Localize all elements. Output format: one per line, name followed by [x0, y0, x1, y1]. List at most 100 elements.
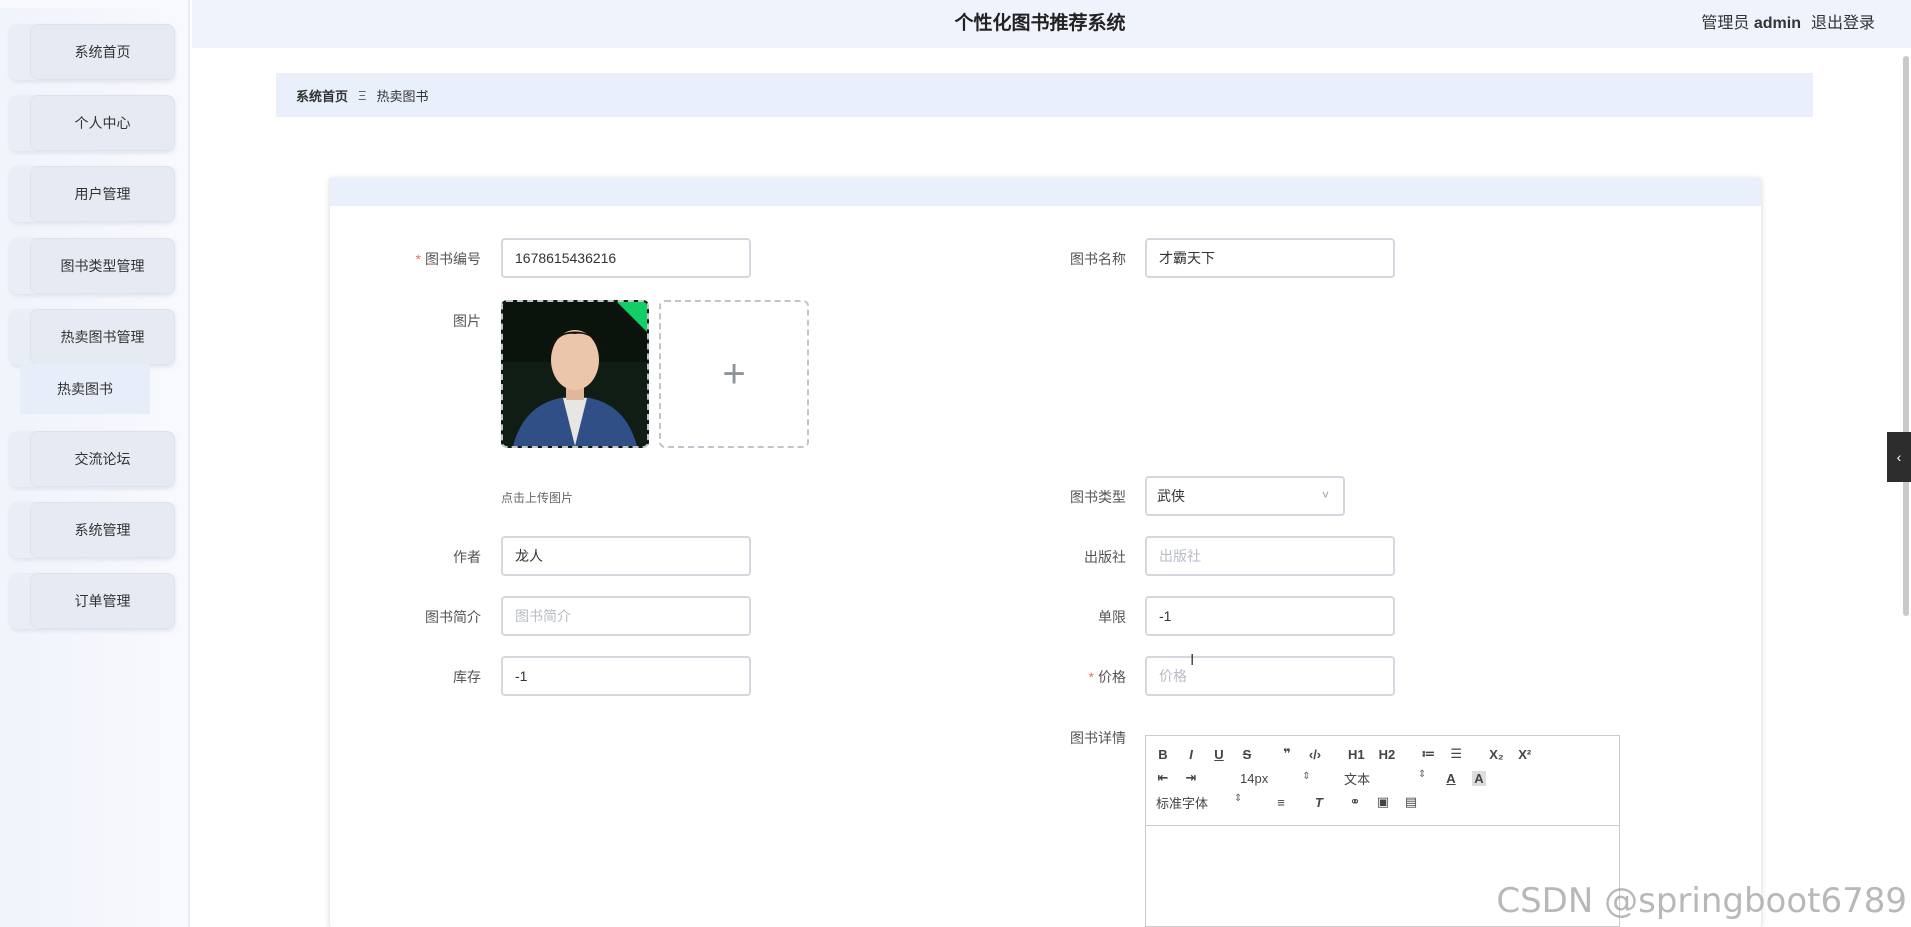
author-value: 龙人: [515, 548, 543, 564]
toolbar-row-2: ⇤ ⇥ 14px ⇕ 文本 ⇕ A A: [1156, 766, 1609, 790]
breadcrumb-current: 热卖图书: [376, 88, 429, 104]
sidebar-item-hot-books-management[interactable]: 热卖图书管理: [10, 309, 175, 365]
toolbar-row-3: 标准字体 ⇕ ≡ T ⚭ ▣ ▤: [1156, 790, 1609, 814]
sidebar-item-label: 图书类型管理: [60, 258, 145, 274]
image-upload-button[interactable]: +: [659, 300, 809, 448]
quote-icon[interactable]: ❞: [1280, 746, 1294, 762]
book-type-value: 武侠: [1157, 488, 1185, 504]
sidebar-item-label: 热卖图书管理: [60, 329, 145, 345]
font-family-select[interactable]: 标准字体 ⇕: [1156, 793, 1254, 812]
sidebar-item-label: 用户管理: [74, 186, 131, 202]
required-mark: *: [1088, 669, 1094, 685]
font-family-value: 标准字体: [1156, 795, 1209, 811]
upload-hint: 点击上传图片: [501, 491, 574, 505]
publisher-field[interactable]: 出版社: [1145, 536, 1395, 576]
sidebar-item-label: 系统管理: [74, 522, 131, 538]
header-select[interactable]: 文本 ⇕: [1344, 769, 1430, 788]
outdent-icon[interactable]: ⇤: [1156, 770, 1170, 786]
updown-icon: ⇕: [1302, 770, 1311, 782]
book-name-label: 图书名称: [1070, 251, 1126, 267]
breadcrumb-separator-icon: Ξ: [358, 87, 367, 103]
breadcrumb: 系统首页 Ξ 热卖图书: [276, 73, 1813, 117]
toolbar-row-1: B I U S ❞ ‹/› H1 H2 ≔ ☰ X₂ X²: [1156, 742, 1609, 766]
background-color-icon[interactable]: A: [1472, 770, 1486, 786]
sidebar-item-book-type-management[interactable]: 图书类型管理: [10, 238, 175, 294]
intro-label: 图书简介: [425, 609, 481, 625]
limit-field[interactable]: -1: [1145, 596, 1395, 636]
font-color-icon[interactable]: A: [1444, 771, 1458, 786]
stock-field[interactable]: -1: [501, 656, 751, 696]
app-title: 个性化图书推荐系统: [954, 13, 1126, 34]
font-size-value: 14px: [1240, 770, 1269, 786]
underline-icon[interactable]: U: [1212, 747, 1226, 762]
italic-icon[interactable]: I: [1184, 747, 1198, 762]
book-name-field[interactable]: 才霸天下: [1145, 238, 1395, 278]
price-placeholder: 价格: [1159, 668, 1187, 684]
sidebar-item-user-management[interactable]: 用户管理: [10, 166, 175, 222]
sidebar-item-forum[interactable]: 交流论坛: [10, 431, 175, 487]
sidebar: 系统首页 个人中心 用户管理 图书类型管理 热卖图书管理 热卖图书 交流论坛 系…: [0, 0, 190, 927]
updown-icon: ⇕: [1418, 768, 1427, 780]
bullet-list-icon[interactable]: ☰: [1449, 746, 1463, 762]
price-field[interactable]: 价格: [1145, 656, 1395, 696]
bold-icon[interactable]: B: [1156, 747, 1170, 762]
collapse-tab-chevron-left-icon[interactable]: ‹: [1887, 432, 1911, 482]
card-header: [330, 178, 1761, 206]
heading1-icon[interactable]: H1: [1348, 747, 1365, 762]
book-type-label: 图书类型: [1070, 489, 1126, 505]
user-area: 管理员 admin 退出登录: [1701, 9, 1875, 33]
sidebar-item-label: 个人中心: [74, 115, 131, 131]
user-role: 管理员: [1701, 15, 1750, 32]
detail-label: 图书详情: [1070, 730, 1126, 746]
font-size-select[interactable]: 14px ⇕: [1240, 771, 1320, 786]
chevron-down-icon: ˅: [1321, 488, 1329, 502]
sidebar-subitem-hot-books[interactable]: 热卖图书: [20, 364, 150, 414]
clear-format-icon[interactable]: T: [1312, 795, 1326, 810]
price-label: * 价格: [1088, 669, 1126, 685]
publisher-label: 出版社: [1084, 549, 1126, 565]
sidebar-item-label: 订单管理: [74, 593, 131, 609]
superscript-icon[interactable]: X²: [1518, 747, 1532, 762]
limit-label: 单限: [1098, 609, 1126, 625]
sidebar-item-personal-center[interactable]: 个人中心: [10, 95, 175, 151]
publisher-placeholder: 出版社: [1159, 548, 1201, 564]
video-icon[interactable]: ▤: [1404, 794, 1418, 810]
link-icon[interactable]: ⚭: [1348, 794, 1362, 810]
page-scrollbar[interactable]: [1903, 56, 1909, 616]
user-role-name: 管理员 admin: [1701, 9, 1801, 33]
image-label: 图片: [453, 313, 481, 329]
book-name-value: 才霸天下: [1159, 250, 1215, 266]
plus-icon: +: [722, 351, 746, 396]
updown-icon: ⇕: [1234, 792, 1243, 804]
username: admin: [1753, 15, 1801, 32]
author-label: 作者: [453, 549, 481, 565]
align-icon[interactable]: ≡: [1274, 795, 1288, 810]
watermark-text: CSDN @springboot6789: [1496, 881, 1907, 921]
author-field[interactable]: 龙人: [501, 536, 751, 576]
subscript-icon[interactable]: X₂: [1489, 747, 1503, 762]
sidebar-item-home[interactable]: 系统首页: [10, 24, 175, 80]
code-icon[interactable]: ‹/›: [1308, 747, 1322, 762]
upload-success-badge: [617, 302, 647, 332]
logout-link[interactable]: 退出登录: [1811, 9, 1875, 33]
book-number-label: * 图书编号: [415, 251, 481, 267]
sidebar-item-label: 系统首页: [74, 44, 131, 60]
stock-label: 库存: [453, 669, 481, 685]
breadcrumb-home[interactable]: 系统首页: [296, 86, 348, 105]
sidebar-item-system-management[interactable]: 系统管理: [10, 502, 175, 558]
header-select-value: 文本: [1344, 771, 1371, 787]
strike-icon[interactable]: S: [1240, 747, 1254, 762]
book-number-field[interactable]: 1678615436216: [501, 238, 751, 278]
image-icon[interactable]: ▣: [1376, 794, 1390, 810]
uploaded-image-thumbnail[interactable]: [501, 300, 649, 448]
text-cursor-icon: I: [1190, 652, 1195, 669]
heading2-icon[interactable]: H2: [1379, 747, 1396, 762]
editor-toolbar: B I U S ❞ ‹/› H1 H2 ≔ ☰ X₂ X² ⇤ ⇥ 14px ⇕…: [1146, 736, 1619, 826]
sidebar-item-order-management[interactable]: 订单管理: [10, 573, 175, 629]
intro-placeholder: 图书简介: [515, 608, 571, 624]
limit-value: -1: [1159, 608, 1172, 624]
ordered-list-icon[interactable]: ≔: [1421, 746, 1435, 762]
book-type-select[interactable]: 武侠 ˅: [1145, 476, 1345, 516]
indent-icon[interactable]: ⇥: [1184, 770, 1198, 786]
intro-field[interactable]: 图书简介: [501, 596, 751, 636]
